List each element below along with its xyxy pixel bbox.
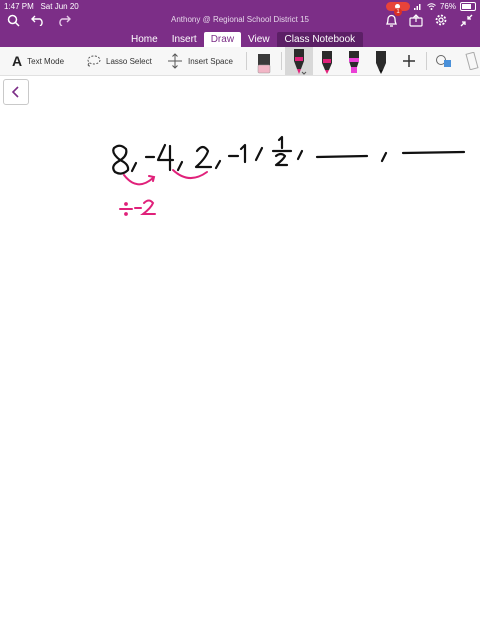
ink-comma (254, 146, 264, 162)
tab-draw[interactable]: Draw (203, 32, 242, 47)
ribbon-tabs: Home Insert Draw View Class Notebook (124, 32, 364, 47)
status-time: 1:47 PM Sat Jun 20 (4, 2, 79, 11)
pink-arc (172, 169, 208, 179)
pink-pen-tool[interactable] (285, 47, 313, 75)
ruler-icon (465, 52, 479, 70)
settings-gear-icon[interactable] (432, 11, 450, 29)
lasso-select-button[interactable]: Lasso Select (86, 47, 152, 75)
app-header: 1:47 PM Sat Jun 20 76% Anthony @ Regiona… (0, 0, 480, 47)
battery-icon (460, 2, 476, 11)
wifi-icon (427, 3, 436, 10)
share-icon[interactable] (407, 11, 425, 29)
ruler-button[interactable] (458, 47, 480, 75)
insert-space-label: Insert Space (188, 56, 233, 66)
toolbar-divider (426, 52, 427, 70)
date-text: Sat Jun 20 (40, 2, 79, 11)
ink-fraction-denominator (274, 152, 289, 167)
battery-percent: 76% (439, 2, 456, 11)
ink-comma (214, 159, 222, 170)
pink-digit-2 (140, 199, 156, 215)
add-pen-button[interactable] (395, 47, 423, 75)
draw-toolbar: A Text Mode Lasso Select Insert Space (0, 47, 480, 76)
highlighter-icon (349, 51, 359, 73)
text-mode-icon: A (12, 53, 23, 69)
ink-blank-line (315, 154, 369, 159)
tab-insert[interactable]: Insert (165, 32, 204, 47)
highlighter-tool[interactable] (340, 47, 368, 75)
signal-icon (413, 4, 421, 10)
notifications-bell-icon[interactable]: 1 (382, 8, 402, 29)
collapse-arrows-icon[interactable] (457, 11, 475, 29)
ink-digit-1 (239, 143, 247, 164)
ink-comma (176, 160, 184, 172)
ink-blank-line (401, 150, 466, 155)
ink-canvas[interactable] (0, 75, 480, 640)
insert-space-icon (168, 53, 182, 69)
eraser-icon (257, 54, 271, 74)
ink-fraction-numerator (277, 135, 284, 150)
insert-space-button[interactable]: Insert Space (167, 47, 233, 75)
lasso-icon (87, 55, 101, 67)
ink-comma (296, 149, 304, 161)
ink-comma (380, 151, 388, 163)
tab-home[interactable]: Home (124, 32, 165, 47)
eraser-tool[interactable] (250, 47, 278, 75)
time-text: 1:47 PM (4, 2, 34, 11)
tab-view[interactable]: View (241, 32, 277, 47)
pink-pen-2-tool[interactable] (313, 47, 341, 75)
pink-pen-icon (294, 49, 307, 75)
lasso-select-label: Lasso Select (106, 56, 152, 66)
ink-digit-4 (156, 143, 175, 172)
toolbar-divider (281, 52, 282, 70)
shapes-button[interactable] (430, 47, 458, 75)
black-pen-icon (376, 51, 386, 74)
ink-comma (130, 161, 138, 173)
ink-digit-2 (194, 145, 213, 169)
shapes-icon (436, 55, 451, 67)
plus-icon (403, 55, 415, 67)
black-pen-tool[interactable] (367, 47, 395, 75)
pink-arc (123, 174, 156, 186)
notification-badge: 1 (394, 8, 402, 16)
tab-class-notebook[interactable]: Class Notebook (276, 32, 364, 47)
pink-pen-2-icon (322, 51, 332, 74)
text-mode-label: Text Mode (27, 56, 65, 66)
ink-digit-8 (112, 144, 130, 175)
text-mode-button[interactable]: A Text Mode (12, 47, 64, 75)
toolbar-divider (246, 52, 247, 70)
